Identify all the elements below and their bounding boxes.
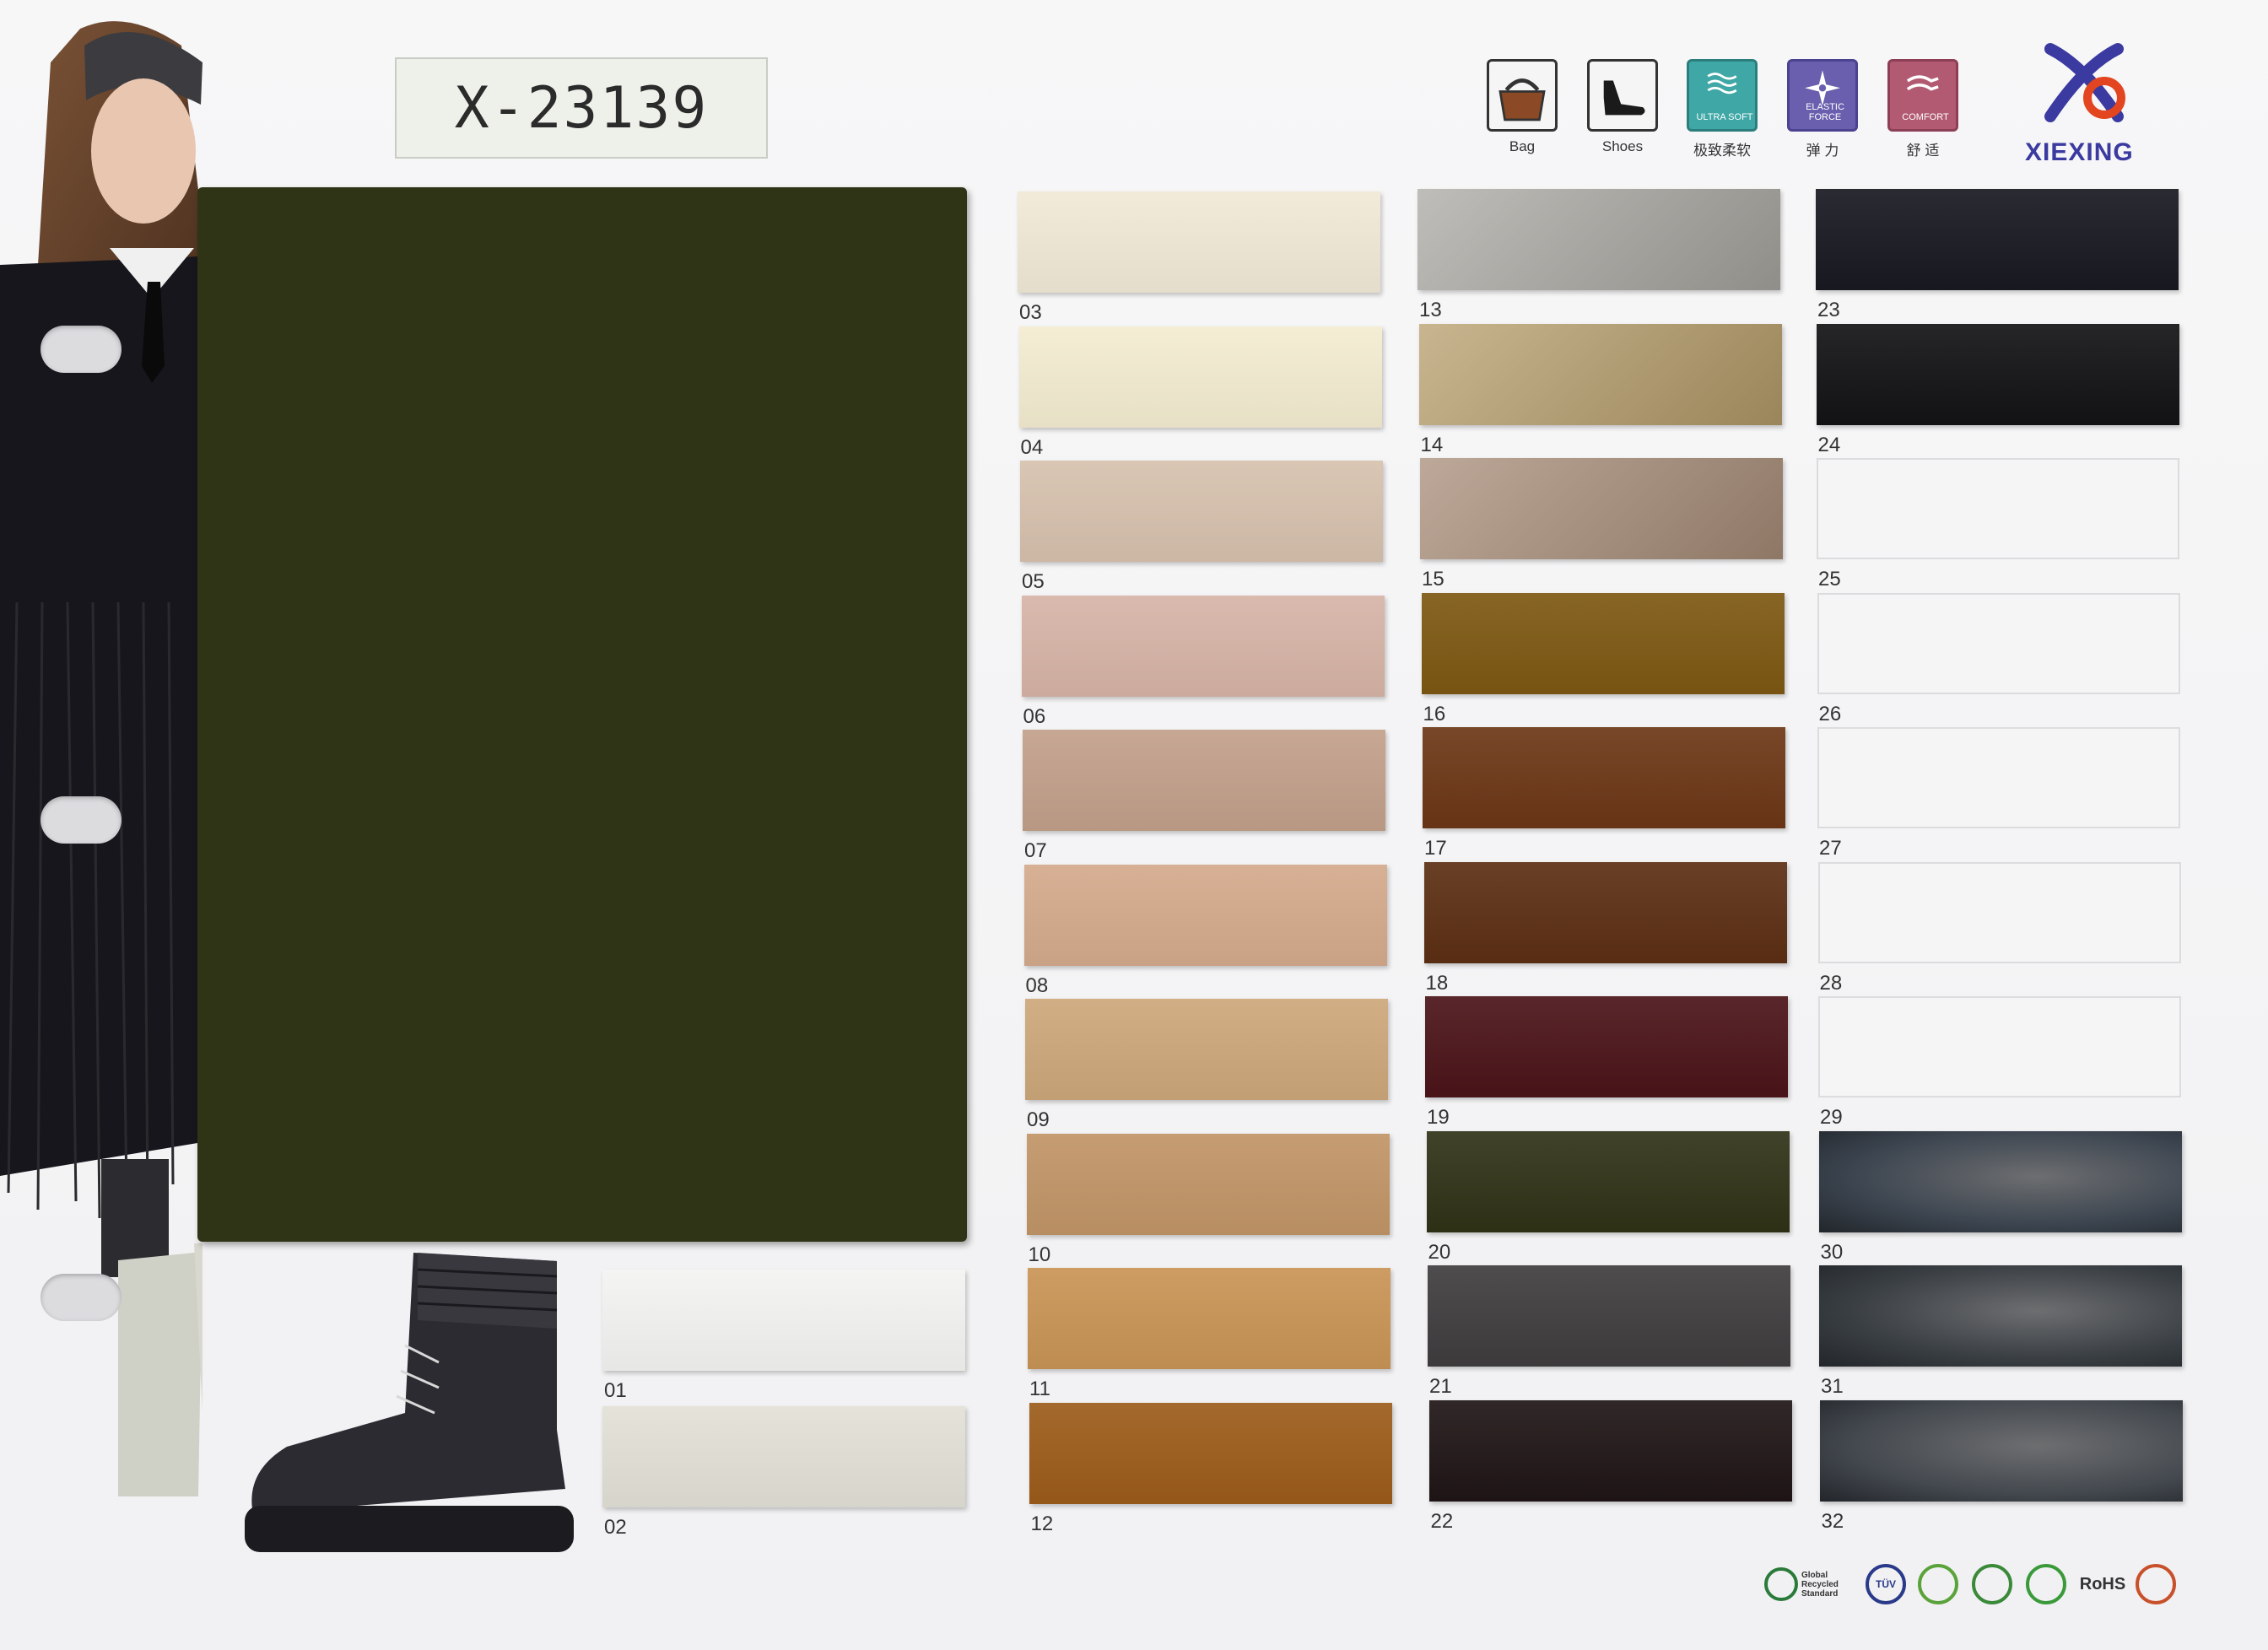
- tuv-icon: TÜV: [1865, 1562, 1907, 1606]
- swatch-number: 31: [1821, 1375, 1844, 1398]
- check-seal-icon: [1971, 1562, 2013, 1606]
- swatch-19: [1425, 996, 1788, 1097]
- swatch-03: [1018, 191, 1380, 293]
- swatch-10: [1026, 1133, 1390, 1235]
- swatch-01: [602, 1270, 965, 1371]
- swatch-number: 09: [1027, 1108, 1050, 1131]
- sample-card: X-23139 Bag Shoes ULTRA SOFT 极致柔软 ELASTIC FO…: [0, 0, 2268, 1650]
- bag-caption: Bag: [1509, 138, 1536, 154]
- swatch-08: [1023, 864, 1387, 966]
- swatch-32: [1819, 1399, 2183, 1502]
- swatch-number: 20: [1428, 1240, 1451, 1264]
- main-swatch: [197, 187, 967, 1242]
- swatch-17: [1423, 727, 1785, 828]
- comfort-caption: 舒 适: [1906, 143, 1940, 159]
- eco-leaf-icon: [1917, 1562, 1959, 1606]
- swatch-16: [1421, 592, 1785, 694]
- swatch-30: [1818, 1130, 2182, 1232]
- swatch-number: 12: [1030, 1512, 1054, 1535]
- recycle-mark-icon: [2135, 1562, 2177, 1606]
- swatch-21: [1428, 1265, 1790, 1367]
- swatch-number: 16: [1423, 702, 1446, 725]
- swatch-18: [1423, 861, 1787, 963]
- swatch-07: [1023, 730, 1385, 831]
- ultra-soft-icon-text: ULTRA SOFT: [1696, 112, 1753, 122]
- global-recycled-standard-icon: Global Recycled Standard: [1763, 1562, 1856, 1606]
- swatch-number: 13: [1419, 299, 1442, 321]
- comfort-icon: COMFORT: [1887, 59, 1958, 132]
- punch-hole: [40, 796, 122, 844]
- swatch-02: [602, 1406, 965, 1507]
- swatch-number: 23: [1817, 299, 1840, 321]
- swatch-05: [1020, 461, 1383, 562]
- swatch-number: 29: [1820, 1106, 1843, 1129]
- punch-hole: [40, 326, 122, 373]
- swatch-22: [1428, 1399, 1792, 1502]
- swatch-number: 11: [1029, 1378, 1050, 1400]
- boot-photo: [245, 1253, 574, 1552]
- swatch-number: 28: [1819, 971, 1843, 995]
- elastic-force-icon-text: ELASTIC FORCE: [1806, 102, 1844, 122]
- swatch-number: 05: [1022, 570, 1045, 593]
- swatch-number: 14: [1420, 433, 1444, 456]
- swatch-27: [1817, 727, 2180, 828]
- swatch-number: 26: [1818, 702, 1842, 725]
- swatch-number: 25: [1818, 568, 1841, 590]
- bag-icon: [1487, 59, 1558, 132]
- swatch-26: [1817, 592, 2180, 694]
- swatch-28: [1817, 861, 2181, 963]
- swatch-number: 17: [1424, 837, 1447, 860]
- cert-label: Global Recycled Standard: [1801, 1570, 1839, 1599]
- swatch-14: [1418, 323, 1782, 425]
- xiexing-logo-icon: [2044, 43, 2125, 122]
- elastic-force-caption: 弹 力: [1806, 143, 1839, 159]
- swatch-09: [1025, 999, 1388, 1100]
- swatch-number: 01: [604, 1379, 627, 1402]
- swatch-12: [1029, 1402, 1392, 1504]
- swatch-20: [1426, 1130, 1790, 1232]
- rohs-icon: RoHS: [2077, 1562, 2128, 1606]
- swatch-number: 07: [1024, 839, 1047, 862]
- ultra-soft-icon: ULTRA SOFT: [1687, 59, 1758, 132]
- swatch-number: 30: [1820, 1240, 1844, 1264]
- swatch-number: 24: [1817, 433, 1841, 456]
- swatch-number: 18: [1425, 971, 1449, 995]
- swatch-number: 02: [604, 1516, 627, 1539]
- swatch-29: [1818, 996, 2181, 1097]
- swatch-13: [1418, 189, 1780, 290]
- green-leaf-icon: [2025, 1562, 2067, 1606]
- sample-code-label: X-23139: [395, 57, 768, 159]
- swatch-number: 03: [1019, 301, 1042, 324]
- swatch-11: [1028, 1268, 1390, 1369]
- comfort-icon-text: COMFORT: [1902, 112, 1949, 122]
- swatch-number: 15: [1422, 568, 1444, 590]
- brand-name: XIEXING: [2025, 138, 2134, 166]
- swatch-06: [1021, 595, 1385, 697]
- cert-label: TÜV: [1876, 1578, 1896, 1590]
- swatch-25: [1817, 458, 2179, 559]
- elastic-force-icon: ELASTIC FORCE: [1787, 59, 1858, 132]
- swatch-number: 06: [1023, 704, 1046, 728]
- swatch-number: 22: [1430, 1509, 1454, 1533]
- swatch-number: 04: [1020, 435, 1044, 459]
- swatch-24: [1816, 323, 2179, 425]
- shoes-icon: [1587, 59, 1658, 132]
- punch-hole: [40, 1274, 122, 1321]
- swatch-number: 19: [1427, 1106, 1450, 1129]
- swatch-15: [1420, 458, 1783, 559]
- swatch-number: 21: [1429, 1375, 1452, 1398]
- swatch-number: 10: [1028, 1243, 1051, 1266]
- swatch-23: [1816, 189, 2179, 290]
- swatch-number: 27: [1819, 837, 1842, 860]
- swatch-number: 32: [1821, 1509, 1844, 1533]
- cert-label: RoHS: [2079, 1574, 2126, 1593]
- ultra-soft-caption: 极致柔软: [1693, 143, 1751, 159]
- swatch-31: [1819, 1265, 2182, 1367]
- swatch-04: [1018, 326, 1382, 428]
- shoes-caption: Shoes: [1601, 138, 1644, 154]
- swatch-number: 08: [1025, 973, 1049, 997]
